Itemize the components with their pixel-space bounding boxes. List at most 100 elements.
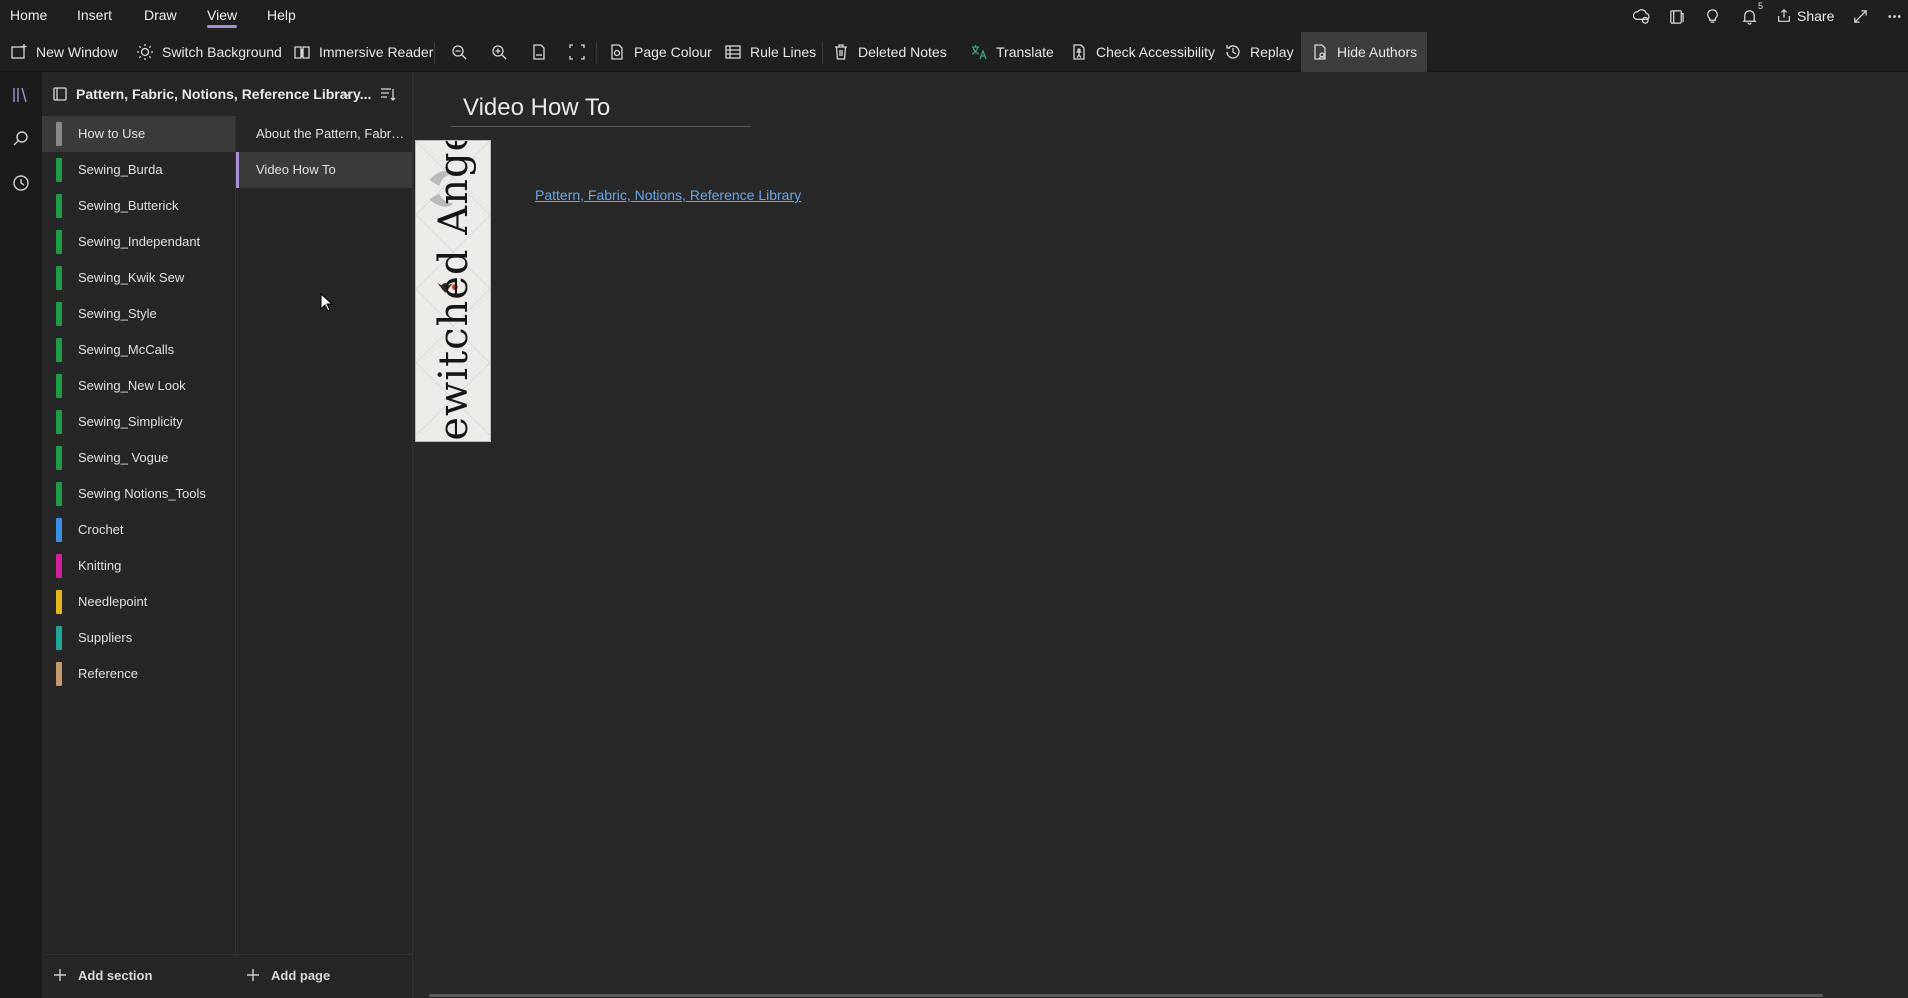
page-colour-icon — [611, 44, 623, 60]
bell-icon[interactable] — [1738, 6, 1760, 26]
banner-text: Bewitched Angel — [431, 140, 477, 442]
rule-lines-button[interactable]: Rule Lines — [716, 32, 824, 72]
deleted-notes-button[interactable]: Deleted Notes — [824, 32, 955, 72]
menu-draw[interactable]: Draw — [144, 7, 177, 23]
hide-authors-button[interactable]: Hide Authors — [1301, 32, 1428, 72]
share-icon — [1778, 8, 1790, 22]
section-item[interactable]: Needlepoint — [42, 584, 235, 620]
section-color-tab — [56, 590, 62, 614]
zoom-in-button[interactable] — [482, 32, 516, 72]
section-color-tab — [56, 122, 62, 146]
fullscreen-icon[interactable] — [1849, 6, 1871, 26]
section-item[interactable]: Sewing_New Look — [42, 368, 235, 404]
section-color-tab — [56, 554, 62, 578]
section-color-tab — [56, 410, 62, 434]
switch-background-label: Switch Background — [162, 44, 282, 60]
immersive-reader-button[interactable]: Immersive Reader — [285, 32, 441, 72]
section-label: Crochet — [78, 522, 124, 537]
chevron-down-icon[interactable] — [339, 86, 355, 102]
add-page-button[interactable]: Add page — [245, 967, 330, 983]
ribbon-divider — [822, 42, 823, 64]
menu-view[interactable]: View — [207, 7, 238, 28]
translate-button[interactable]: Translate — [962, 32, 1062, 72]
section-item[interactable]: Sewing_McCalls — [42, 332, 235, 368]
section-label: Sewing_Independant — [78, 234, 201, 249]
zoom-100-button[interactable] — [522, 32, 556, 72]
sync-status-icon[interactable] — [1630, 6, 1652, 26]
share-button[interactable]: Share — [1776, 6, 1834, 26]
more-options-icon[interactable] — [1883, 6, 1905, 26]
section-item[interactable]: Suppliers — [42, 620, 235, 656]
section-color-tab — [56, 194, 62, 218]
hide-authors-icon — [1314, 44, 1326, 60]
bewitched-angel-banner-image[interactable]: Bewitched Angel — [415, 140, 491, 442]
section-label: Sewing_ Vogue — [78, 450, 169, 465]
section-item[interactable]: Sewing_Burda — [42, 152, 235, 188]
section-item[interactable]: Sewing_Kwik Sew — [42, 260, 235, 296]
section-item[interactable]: Sewing_ Vogue — [42, 440, 235, 476]
page-colour-label: Page Colour — [634, 44, 712, 60]
notification-count-badge: 5 — [1758, 1, 1764, 11]
section-label: Sewing_Burda — [78, 162, 163, 177]
page-width-button[interactable] — [560, 32, 594, 72]
new-window-icon — [11, 44, 27, 59]
zoom-100-icon — [533, 44, 545, 60]
check-accessibility-label: Check Accessibility — [1096, 44, 1216, 60]
trash-icon — [835, 44, 847, 60]
search-icon[interactable] — [8, 126, 34, 152]
notebook-link[interactable]: Pattern, Fabric, Notions, Reference Libr… — [535, 187, 801, 203]
page-item[interactable]: About the Pattern, Fabric, Notions, Refe… — [236, 116, 412, 152]
page-label: About the Pattern, Fabric, Notions, Refe… — [256, 126, 406, 141]
replay-button[interactable]: Replay — [1216, 32, 1302, 72]
section-item[interactable]: Crochet — [42, 512, 235, 548]
page-canvas[interactable]: Video How To Bewitched Angel Pattern, Fa… — [412, 72, 1908, 998]
new-window-button[interactable]: New Window — [2, 32, 126, 72]
notebooks-icon[interactable] — [8, 82, 34, 108]
page-title[interactable]: Video How To — [463, 94, 610, 122]
section-color-tab — [56, 662, 62, 686]
lightbulb-icon[interactable] — [1701, 6, 1723, 26]
menu-home[interactable]: Home — [10, 7, 47, 23]
section-item[interactable]: How to Use — [42, 116, 235, 152]
notebook-pane-icon[interactable] — [1665, 6, 1687, 26]
page-label: Video How To — [256, 162, 336, 177]
accessibility-icon — [1073, 44, 1085, 60]
menu-insert[interactable]: Insert — [77, 7, 112, 23]
mouse-cursor-icon — [320, 293, 334, 312]
section-label: Sewing_Kwik Sew — [78, 270, 185, 285]
rule-lines-label: Rule Lines — [750, 44, 817, 60]
section-item[interactable]: Sewing_Independant — [42, 224, 235, 260]
section-label: Sewing_McCalls — [78, 342, 175, 357]
sort-icon[interactable] — [378, 85, 396, 103]
horizontal-scrollbar[interactable] — [429, 994, 1823, 997]
zoom-out-icon — [452, 45, 467, 60]
translate-icon — [971, 45, 987, 60]
section-item[interactable]: Sewing_Simplicity — [42, 404, 235, 440]
switch-background-button[interactable]: Switch Background — [128, 32, 290, 72]
add-page-label: Add page — [271, 967, 331, 983]
section-item[interactable]: Reference — [42, 656, 235, 692]
immersive-reader-icon — [294, 46, 310, 59]
check-accessibility-button[interactable]: Check Accessibility — [1062, 32, 1223, 72]
view-ribbon: New Window Switch Background Immersive R… — [0, 32, 1908, 72]
section-color-tab — [56, 158, 62, 182]
pages-list: About the Pattern, Fabric, Notions, Refe… — [235, 116, 412, 954]
section-label: Needlepoint — [78, 594, 148, 609]
zoom-out-button[interactable] — [442, 32, 476, 72]
add-bar: Add section Add page — [42, 954, 412, 998]
section-label: Reference — [78, 666, 138, 681]
add-section-button[interactable]: Add section — [52, 967, 152, 983]
page-colour-button[interactable]: Page Colour — [600, 32, 720, 72]
menu-help[interactable]: Help — [267, 7, 296, 23]
section-item[interactable]: Knitting — [42, 548, 235, 584]
add-section-label: Add section — [78, 967, 153, 983]
page-item[interactable]: Video How To — [236, 152, 412, 188]
section-item[interactable]: Sewing Notions_Tools — [42, 476, 235, 512]
section-item[interactable]: Sewing_Butterick — [42, 188, 235, 224]
section-item[interactable]: Sewing_Style — [42, 296, 235, 332]
sun-icon — [137, 44, 153, 60]
notebook-header[interactable]: Pattern, Fabric, Notions, Reference Libr… — [42, 72, 412, 116]
translate-label: Translate — [996, 44, 1054, 60]
notebook-title[interactable]: Pattern, Fabric, Notions, Reference Libr… — [76, 86, 376, 102]
recent-icon[interactable] — [8, 170, 34, 196]
